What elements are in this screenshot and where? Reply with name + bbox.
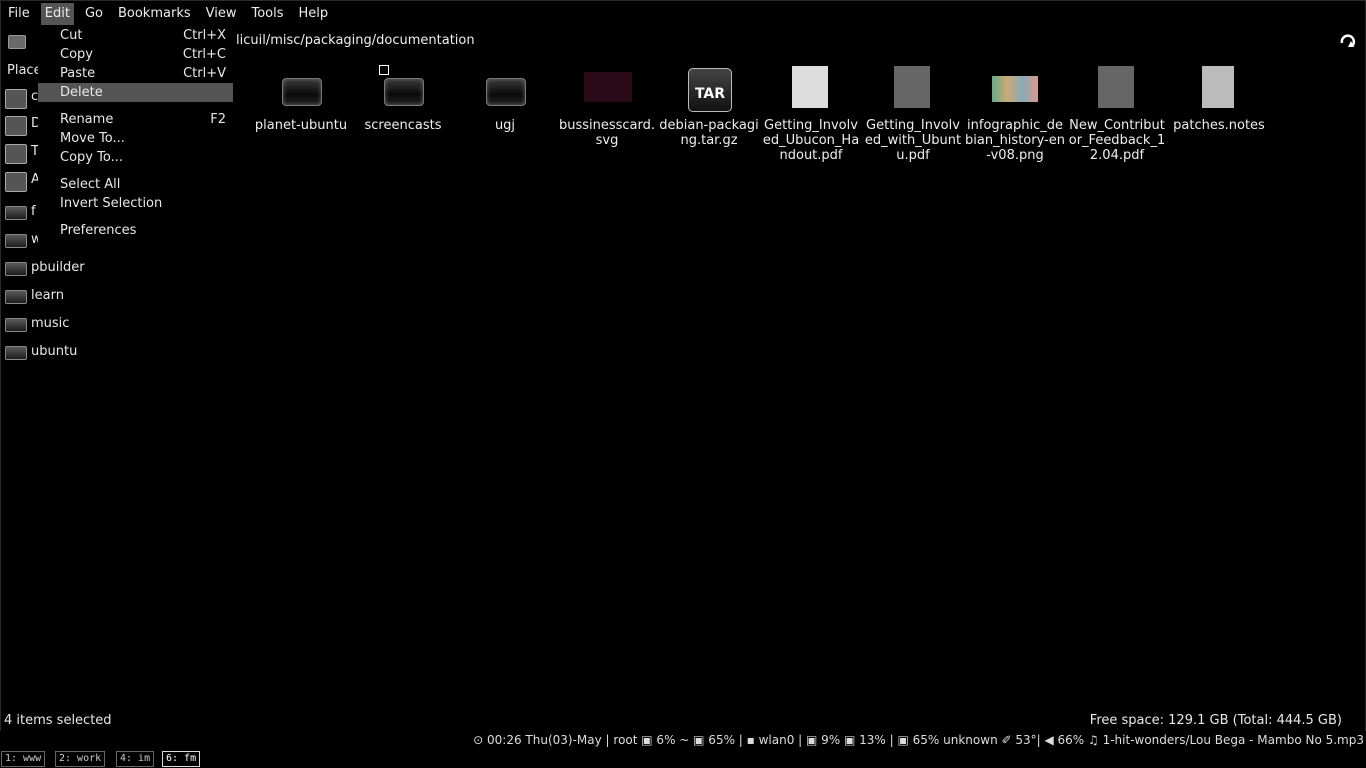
pdf-icon (792, 66, 828, 108)
menu-item-label: Preferences (60, 223, 137, 238)
file-item[interactable]: TAR debian-packaging.tar.gz (659, 66, 759, 148)
location-icon[interactable] (8, 35, 26, 49)
menu-item-label: Rename (60, 112, 114, 127)
menu-item-accel: F2 (210, 112, 226, 127)
places-header: Place (7, 63, 42, 78)
svg-thumbnail-icon (584, 72, 632, 102)
folder-icon (5, 262, 27, 276)
menu-item-label: Invert Selection (60, 196, 163, 211)
file-name: ugj (494, 118, 516, 133)
folder-icon (5, 290, 27, 304)
pdf-icon (1098, 66, 1134, 108)
menu-item-cut[interactable]: Cut Ctrl+X (38, 26, 233, 45)
sidebar-item-pbuilder[interactable]: pbuilder (5, 258, 205, 280)
menu-item-accel: Ctrl+C (182, 47, 226, 62)
file-item[interactable]: Getting_Involved_Ubucon_Handout.pdf (761, 66, 861, 163)
file-name: screencasts (364, 118, 442, 133)
file-name: bussinesscard.svg (558, 118, 656, 148)
menu-item-label: Delete (60, 85, 103, 100)
folder-icon (5, 346, 27, 360)
folder-icon (5, 206, 27, 220)
file-name: Getting_Involved_with_Ubuntu.pdf (864, 118, 962, 163)
sidebar-item-label: music (31, 316, 70, 331)
file-name: Getting_Involved_Ubucon_Handout.pdf (762, 118, 860, 163)
menu-item-label: Move To... (60, 131, 125, 146)
menu-item-delete[interactable]: Delete (38, 83, 233, 102)
sidebar-item-label: ubuntu (31, 344, 78, 359)
desktop-icon[interactable] (5, 116, 27, 136)
file-item[interactable]: Getting_Involved_with_Ubuntu.pdf (863, 66, 963, 163)
menu-item-preferences[interactable]: Preferences (38, 221, 233, 240)
sidebar-item-label: pbuilder (31, 260, 85, 275)
tar-archive-icon: TAR (688, 68, 732, 112)
menu-item-copy[interactable]: Copy Ctrl+C (38, 45, 233, 64)
menu-file[interactable]: File (4, 3, 34, 25)
file-name: planet-ubuntu (254, 118, 348, 133)
file-item[interactable]: New_Contributor_Feedback_12.04.pdf (1067, 66, 1167, 163)
home-icon[interactable] (5, 89, 27, 109)
menu-item-accel: Ctrl+X (183, 28, 226, 43)
edit-menu-dropdown: Cut Ctrl+X Copy Ctrl+C Paste Ctrl+V Dele… (38, 25, 233, 245)
folder-icon (5, 234, 27, 248)
file-item[interactable]: infographic_debian_history-en-v08.png (965, 66, 1065, 163)
menu-go[interactable]: Go (81, 3, 107, 25)
png-thumbnail-icon (992, 76, 1038, 102)
free-space-status: Free space: 129.1 GB (Total: 444.5 GB) (1089, 713, 1342, 728)
text-file-icon (1202, 66, 1234, 108)
menu-item-label: Select All (60, 177, 121, 192)
menubar: File Edit Go Bookmarks View Tools Help (4, 3, 339, 25)
menu-item-accel: Ctrl+V (183, 66, 226, 81)
menu-edit[interactable]: Edit (40, 3, 74, 25)
file-item[interactable]: screencasts (353, 66, 453, 133)
pdf-icon (894, 66, 930, 108)
location-path[interactable]: licuil/misc/packaging/documentation (236, 33, 475, 48)
sidebar-item-ubuntu[interactable]: ubuntu (5, 342, 205, 364)
folder-icon (5, 318, 27, 332)
workspace-www[interactable]: 1: www (1, 751, 46, 767)
sidebar-item-learn[interactable]: learn (5, 286, 205, 308)
menu-item-label: Cut (60, 28, 83, 43)
applications-icon[interactable] (5, 172, 27, 192)
file-name: debian-packaging.tar.gz (659, 118, 759, 148)
menu-item-rename[interactable]: Rename F2 (38, 110, 233, 129)
selection-status: 4 items selected (4, 713, 112, 728)
file-item[interactable]: ugj (455, 66, 555, 133)
menu-item-copy-to[interactable]: Copy To... (38, 148, 233, 167)
menu-item-paste[interactable]: Paste Ctrl+V (38, 64, 233, 83)
file-item[interactable]: patches.notes (1169, 66, 1269, 133)
menu-tools[interactable]: Tools (247, 3, 287, 25)
menu-view[interactable]: View (202, 3, 241, 25)
menu-help[interactable]: Help (295, 3, 333, 25)
menu-item-invert-selection[interactable]: Invert Selection (38, 194, 233, 213)
sidebar-item-label: learn (31, 288, 64, 303)
workspace-work[interactable]: 2: work (55, 751, 106, 767)
menu-bookmarks[interactable]: Bookmarks (114, 3, 195, 25)
menu-item-label: Copy To... (60, 150, 123, 165)
menu-item-label: Copy (60, 47, 93, 62)
reload-icon[interactable] (1338, 31, 1358, 51)
file-name: patches.notes (1173, 118, 1265, 133)
folder-icon (384, 78, 424, 106)
system-info: ⊙ 00:26 Thu(03)-May | root ▣ 6% ~ ▣ 65% … (473, 733, 1364, 747)
cursor-icon (379, 65, 389, 75)
menu-item-select-all[interactable]: Select All (38, 175, 233, 194)
file-name: New_Contributor_Feedback_12.04.pdf (1068, 118, 1166, 163)
folder-icon (282, 78, 322, 106)
sidebar-item-label: f (31, 204, 36, 219)
sidebar-item-music[interactable]: music (5, 314, 205, 336)
menu-item-move-to[interactable]: Move To... (38, 129, 233, 148)
trash-icon[interactable] (5, 144, 27, 164)
file-name: infographic_debian_history-en-v08.png (965, 118, 1065, 163)
file-item[interactable]: bussinesscard.svg (557, 66, 657, 148)
workspace-im[interactable]: 4: im (116, 751, 155, 767)
workspace-fm[interactable]: 6: fm (162, 751, 201, 767)
menu-item-label: Paste (60, 66, 96, 81)
folder-icon (486, 78, 526, 106)
file-item[interactable]: planet-ubuntu (251, 66, 351, 133)
